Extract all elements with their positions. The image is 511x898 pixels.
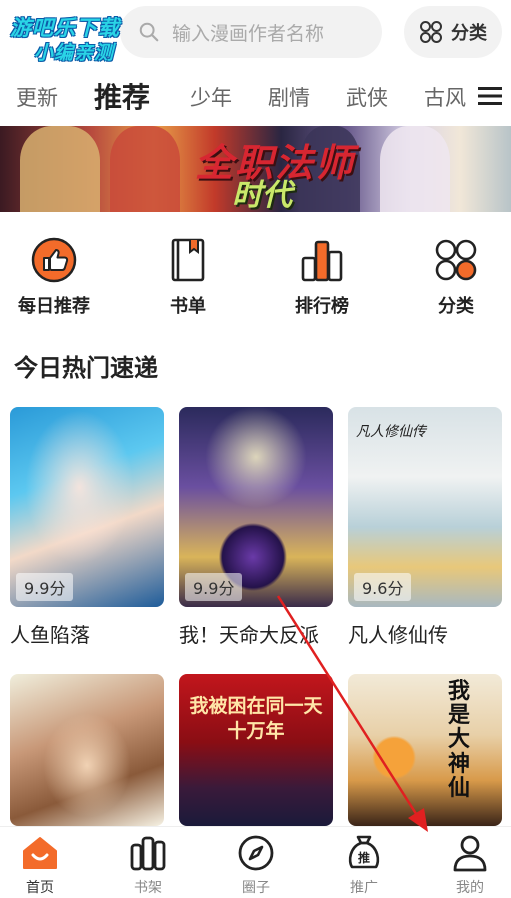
- thumbs-up-icon: [31, 237, 77, 283]
- nav-bookshelf-label: 书架: [134, 880, 162, 896]
- ranking-icon: [301, 240, 343, 282]
- promo-banner[interactable]: 全职法师 时代: [0, 126, 511, 212]
- category-shortcut-label: 分类: [438, 296, 474, 317]
- cover-art: [10, 674, 164, 826]
- bottom-nav: 首页 书架 圈子 推 推广 我的: [0, 826, 511, 898]
- profile-icon: [453, 835, 487, 872]
- cover-text: 我被困在同一天十万年: [189, 695, 323, 742]
- comic-title: 我！天命大反派: [179, 623, 319, 647]
- comic-score: 9.6分: [354, 573, 412, 601]
- compass-icon: [238, 835, 274, 871]
- category-button-label: 分类: [451, 23, 487, 44]
- grid-icon: [435, 239, 477, 281]
- comic-cover: 9.9分: [179, 407, 333, 607]
- comic-card[interactable]: 9.9分 人鱼陷落: [10, 407, 164, 648]
- ranking-button[interactable]: 排行榜: [272, 236, 372, 318]
- tab-wuxia[interactable]: 武侠: [346, 82, 388, 112]
- daily-recommend-button[interactable]: 每日推荐: [4, 236, 104, 318]
- comic-card[interactable]: [10, 674, 164, 826]
- comic-card[interactable]: 我是大神仙: [348, 674, 502, 826]
- menu-icon[interactable]: [478, 86, 502, 106]
- grid-icon: [420, 21, 442, 43]
- nav-bookshelf[interactable]: 书架: [108, 833, 188, 897]
- tab-shaonian[interactable]: 少年: [190, 82, 232, 112]
- category-button[interactable]: 分类: [404, 6, 502, 58]
- daily-recommend-label: 每日推荐: [18, 296, 90, 317]
- watermark: 游吧乐下载 小编亲测: [10, 10, 150, 64]
- comic-cover: [10, 674, 164, 826]
- quick-actions: 每日推荐 书单 排行榜 分类: [0, 236, 511, 326]
- nav-home-label: 首页: [26, 880, 54, 896]
- comic-title: 凡人修仙传: [348, 623, 448, 647]
- cover-text: 凡人修仙传: [356, 424, 426, 440]
- banner-subtitle: 时代: [232, 178, 292, 212]
- section-title: 今日热门速递: [14, 354, 158, 382]
- nav-community-label: 圈子: [242, 880, 270, 896]
- svg-text:推: 推: [358, 850, 370, 865]
- search-placeholder: 输入漫画作者名称: [172, 22, 325, 45]
- comic-cover: 我被困在同一天十万年: [179, 674, 333, 826]
- ranking-label: 排行榜: [295, 296, 349, 317]
- comic-cover: 凡人修仙传 9.6分: [348, 407, 502, 607]
- top-bar: 游吧乐下载 小编亲测 输入漫画作者名称 分类: [0, 0, 511, 64]
- nav-profile[interactable]: 我的: [430, 833, 510, 897]
- comic-cover: 9.9分: [10, 407, 164, 607]
- nav-community[interactable]: 圈子: [216, 833, 296, 897]
- comic-cover: 我是大神仙: [348, 674, 502, 826]
- cover-art: [348, 674, 502, 826]
- tab-update[interactable]: 更新: [16, 82, 58, 112]
- booklist-label: 书单: [170, 296, 206, 317]
- bookshelf-icon: [130, 836, 166, 871]
- category-tabs: 更新 推荐 少年 剧情 武侠 古风: [0, 70, 511, 122]
- comic-score: 9.9分: [185, 573, 243, 601]
- cover-text: 我是大神仙: [448, 679, 471, 801]
- banner-figure: [20, 126, 100, 212]
- comic-card[interactable]: 我被困在同一天十万年: [179, 674, 333, 826]
- booklist-button[interactable]: 书单: [138, 236, 238, 318]
- watermark-line2: 小编亲测: [34, 42, 115, 64]
- category-shortcut-button[interactable]: 分类: [406, 236, 506, 318]
- tab-recommend[interactable]: 推荐: [94, 76, 150, 116]
- promote-bag-icon: 推: [348, 835, 380, 869]
- nav-promote-label: 推广: [350, 880, 378, 896]
- banner-figure: [380, 126, 450, 212]
- home-icon: [23, 837, 57, 869]
- nav-home[interactable]: 首页: [0, 833, 80, 897]
- comic-card[interactable]: 9.9分 我！天命大反派: [179, 407, 333, 648]
- comic-card[interactable]: 凡人修仙传 9.6分 凡人修仙传: [348, 407, 502, 648]
- tab-ancient[interactable]: 古风: [424, 82, 466, 112]
- book-icon: [171, 238, 205, 282]
- nav-profile-label: 我的: [456, 880, 484, 896]
- comic-score: 9.9分: [16, 573, 74, 601]
- nav-promote[interactable]: 推 推广: [324, 833, 404, 897]
- tab-drama[interactable]: 剧情: [268, 82, 310, 112]
- comic-title: 人鱼陷落: [10, 623, 90, 647]
- search-input[interactable]: 输入漫画作者名称: [120, 6, 382, 58]
- banner-figure: [110, 126, 180, 212]
